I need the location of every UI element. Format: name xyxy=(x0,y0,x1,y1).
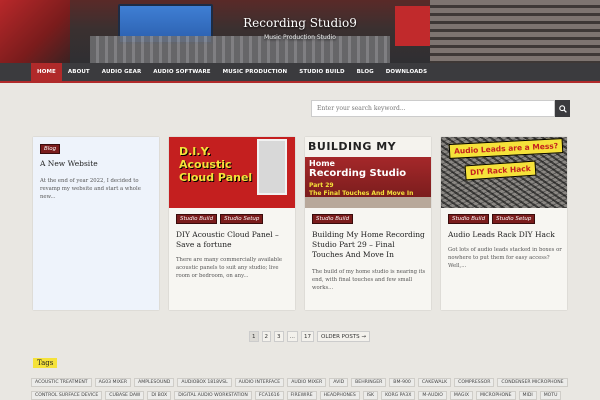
tag-link[interactable]: CONTROL SURFACE DEVICE xyxy=(31,391,103,400)
category-badge[interactable]: Studio Build xyxy=(176,214,218,224)
thumbnail-text: BUILDING MY xyxy=(305,137,431,157)
search-button[interactable] xyxy=(555,100,570,117)
nav-item-audio-gear[interactable]: AUDIO GEAR xyxy=(96,63,148,81)
main-nav: HOME ABOUT AUDIO GEAR AUDIO SOFTWARE MUS… xyxy=(0,63,600,83)
post-title[interactable]: DIY Acoustic Cloud Panel – Save a fortun… xyxy=(176,230,290,250)
nav-item-audio-software[interactable]: AUDIO SOFTWARE xyxy=(147,63,216,81)
site-header: Recording Studio9 Music Production Studi… xyxy=(0,0,600,63)
tag-cloud-row: CONTROL SURFACE DEVICE CUBASE DAW DI BOX DI… xyxy=(31,391,562,400)
post-title[interactable]: Building My Home Recording Studio Part 2… xyxy=(312,230,426,260)
page-ellipsis: … xyxy=(286,331,298,342)
tag-link[interactable]: FIREWIRE xyxy=(286,391,317,400)
thumbnail-text: Part 29 xyxy=(309,182,334,189)
tag-link[interactable]: MOTU xyxy=(539,391,562,400)
acoustic-panel-photo xyxy=(257,139,287,195)
thumbnail-text: Recording Studio xyxy=(309,168,407,179)
older-posts-button[interactable]: OLDER POSTS → xyxy=(317,331,371,342)
tag-link[interactable]: COMPRESSOR xyxy=(454,378,495,387)
nav-item-blog[interactable]: BLOG xyxy=(351,63,380,81)
header-photo-left xyxy=(0,0,70,63)
post-excerpt: There are many commercially available ac… xyxy=(176,257,283,280)
category-badge[interactable]: Studio Build xyxy=(312,214,354,224)
category-badge[interactable]: Studio Setup xyxy=(492,214,536,224)
category-badge[interactable]: Studio Setup xyxy=(220,214,264,224)
post-card: Blog A New Website At the end of year 20… xyxy=(33,137,159,310)
thumbnail-text: Audio Leads are a Mess? xyxy=(448,138,564,159)
pagination: 1 2 3 … 17 OLDER POSTS → xyxy=(249,331,371,342)
post-card: D.I.Y. Acoustic Cloud Panel Studio Build… xyxy=(169,137,295,310)
tag-link[interactable]: AUDIOBOX 1818VSL xyxy=(177,378,232,387)
search-form xyxy=(311,100,570,117)
post-thumbnail[interactable]: Audio Leads are a Mess? DIY Rack Hack xyxy=(441,137,567,208)
site-title[interactable]: Recording Studio9 xyxy=(0,16,600,30)
thumbnail-text: Cloud Panel xyxy=(179,171,253,184)
tag-link[interactable]: MAGIX xyxy=(449,391,473,400)
page-link[interactable]: 17 xyxy=(301,331,314,342)
tag-link[interactable]: M-AUDIO xyxy=(418,391,447,400)
tag-link[interactable]: FCA1616 xyxy=(254,391,284,400)
site-tagline: Music Production Studio xyxy=(264,34,336,41)
category-badge[interactable]: Blog xyxy=(40,144,61,154)
thumbnail-text: D.I.Y. xyxy=(179,145,211,158)
nav-item-home[interactable]: HOME xyxy=(31,63,62,81)
nav-item-downloads[interactable]: DOWNLOADS xyxy=(380,63,433,81)
post-title[interactable]: A New Website xyxy=(40,159,154,169)
tag-link[interactable]: MIDI xyxy=(518,391,537,400)
tag-link[interactable]: CAKEWALK xyxy=(417,378,452,387)
tag-link[interactable]: AG03 MIXER xyxy=(94,378,132,387)
tag-cloud-row: ACOUSTIC TREATMENT AG03 MIXER AMPLESOUND AU… xyxy=(31,378,568,387)
tag-link[interactable]: CONDENSER MICROPHONE xyxy=(497,378,568,387)
tag-link[interactable]: BEHRINGER xyxy=(351,378,387,387)
thumbnail-text: Home xyxy=(309,159,335,168)
tag-link[interactable]: AUDIO MIXER xyxy=(287,378,327,387)
nav-item-music-production[interactable]: MUSIC PRODUCTION xyxy=(217,63,294,81)
post-excerpt: Got lots of audio leads stacked in boxes… xyxy=(448,247,562,270)
post-title[interactable]: Audio Leads Rack DIY Hack xyxy=(448,230,562,240)
tags-heading: Tags xyxy=(33,358,58,368)
post-excerpt: The build of my home studio is nearing i… xyxy=(312,269,426,292)
tag-link[interactable]: DI BOX xyxy=(147,391,172,400)
tag-link[interactable]: CUBASE DAW xyxy=(105,391,145,400)
tag-link[interactable]: AVID xyxy=(329,378,349,387)
header-photo-rack xyxy=(430,0,600,63)
tag-link[interactable]: KORG PA3X xyxy=(381,391,416,400)
tag-link[interactable]: HEADPHONES xyxy=(319,391,360,400)
post-card: Audio Leads are a Mess? DIY Rack Hack St… xyxy=(441,137,567,310)
page-current: 1 xyxy=(249,331,259,342)
search-icon xyxy=(558,104,567,113)
tag-link[interactable]: ISK xyxy=(362,391,379,400)
search-input[interactable] xyxy=(311,100,555,117)
post-excerpt: At the end of year 2022, I decided to re… xyxy=(40,178,141,201)
nav-item-about[interactable]: ABOUT xyxy=(62,63,96,81)
category-badge[interactable]: Studio Build xyxy=(448,214,490,224)
page-link[interactable]: 3 xyxy=(274,331,284,342)
thumbnail-text: DIY Rack Hack xyxy=(464,160,537,181)
tag-link[interactable]: AMPLESOUND xyxy=(134,378,175,387)
tag-link[interactable]: BM-900 xyxy=(389,378,415,387)
post-thumbnail[interactable]: D.I.Y. Acoustic Cloud Panel xyxy=(169,137,295,208)
tag-link[interactable]: AUDIO INTERFACE xyxy=(234,378,285,387)
tag-link[interactable]: MICROPHONE xyxy=(475,391,516,400)
page-link[interactable]: 2 xyxy=(261,331,271,342)
tag-link[interactable]: ACOUSTIC TREATMENT xyxy=(31,378,92,387)
post-thumbnail[interactable]: BUILDING MY Home Recording Studio Part 2… xyxy=(305,137,431,208)
tag-link[interactable]: DIGITAL AUDIO WORKSTATION xyxy=(174,391,252,400)
thumbnail-text: The Final Touches And Move In xyxy=(309,190,414,197)
thumbnail-text: Acoustic xyxy=(179,158,232,171)
nav-item-studio-build[interactable]: STUDIO BUILD xyxy=(293,63,350,81)
post-card: BUILDING MY Home Recording Studio Part 2… xyxy=(305,137,431,310)
